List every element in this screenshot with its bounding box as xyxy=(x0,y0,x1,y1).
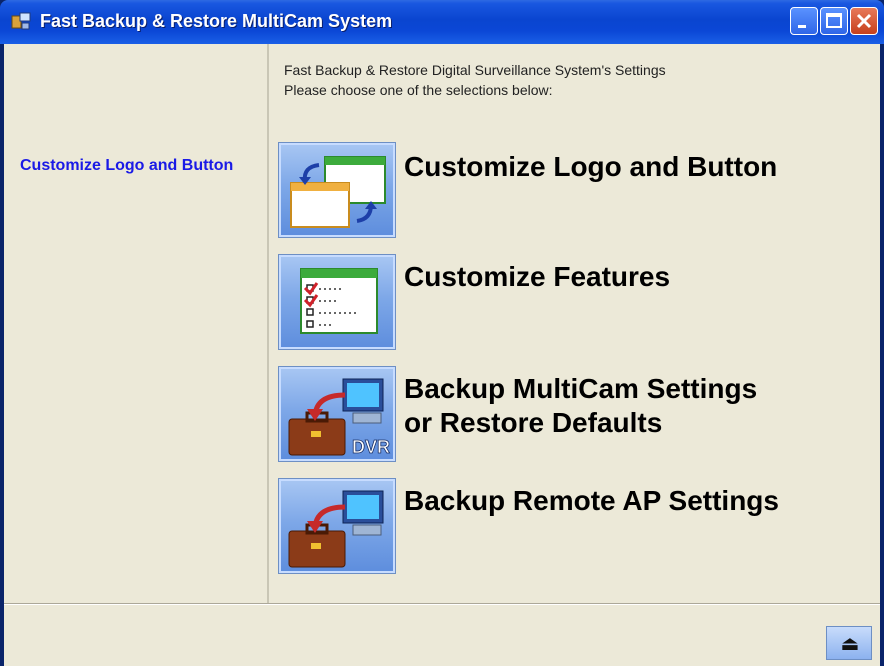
footer-divider xyxy=(4,603,880,604)
option-label[interactable]: Customize Features xyxy=(404,260,670,294)
minimize-icon xyxy=(798,25,806,28)
eject-button[interactable]: ⏏ xyxy=(826,626,872,660)
checklist-icon[interactable] xyxy=(278,254,396,350)
option-customize-features[interactable]: Customize Features xyxy=(278,254,858,354)
dvr-badge: DVR xyxy=(352,437,390,457)
option-label-line-1: Backup MultiCam Settings xyxy=(404,373,758,404)
sidebar: Customize Logo and Button xyxy=(4,44,269,603)
sidebar-item-customize-logo[interactable]: Customize Logo and Button xyxy=(20,156,250,176)
option-label[interactable]: Backup Remote AP Settings xyxy=(404,484,779,518)
app-icon xyxy=(10,10,32,32)
customize-logo-icon[interactable] xyxy=(278,142,396,238)
option-customize-logo[interactable]: Customize Logo and Button xyxy=(278,142,858,242)
option-label-line-2: or Restore Defaults xyxy=(404,407,663,438)
close-button[interactable] xyxy=(850,7,878,35)
option-backup-remote[interactable]: Backup Remote AP Settings xyxy=(278,478,858,578)
client-area: Customize Logo and Button Fast Backup & … xyxy=(4,44,880,666)
minimize-button[interactable] xyxy=(790,7,818,35)
eject-icon: ⏏ xyxy=(840,633,860,655)
briefcase-computer-icon[interactable] xyxy=(278,478,396,574)
title-bar[interactable]: Fast Backup & Restore MultiCam System xyxy=(0,0,884,44)
header-line-2: Please choose one of the selections belo… xyxy=(284,82,553,98)
option-label[interactable]: Backup MultiCam Settings or Restore Defa… xyxy=(404,372,757,440)
maximize-icon xyxy=(826,13,842,28)
window-title: Fast Backup & Restore MultiCam System xyxy=(40,11,393,31)
close-icon xyxy=(856,13,872,29)
option-label[interactable]: Customize Logo and Button xyxy=(404,150,777,184)
briefcase-dvr-icon[interactable]: DVR xyxy=(278,366,396,462)
header-line-1: Fast Backup & Restore Digital Surveillan… xyxy=(284,62,666,78)
option-backup-multicam[interactable]: DVR Backup MultiCam Settings or Restore … xyxy=(278,366,858,466)
app-window: Fast Backup & Restore MultiCam System Cu… xyxy=(0,0,884,666)
maximize-button[interactable] xyxy=(820,7,848,35)
